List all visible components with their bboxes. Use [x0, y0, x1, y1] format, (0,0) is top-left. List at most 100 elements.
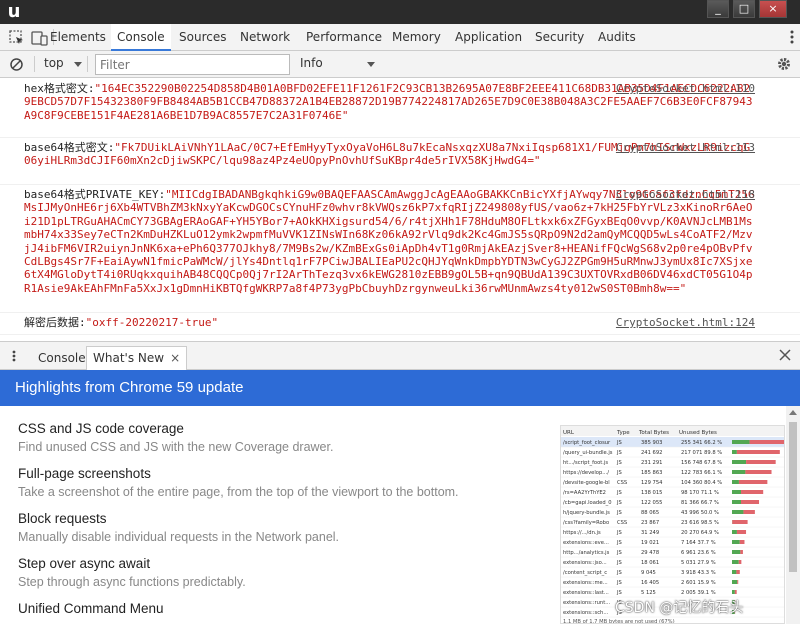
coverage-used-bar: [732, 490, 742, 494]
minimize-button[interactable]: _: [707, 0, 729, 18]
highlight-item[interactable]: Step over async await Step through async…: [18, 555, 548, 600]
context-selector[interactable]: top: [44, 56, 64, 70]
tab-application[interactable]: Application: [449, 24, 528, 50]
coverage-url: http.../analytics.js: [563, 550, 610, 556]
coverage-url: /rs=AA2YrThYE2: [563, 490, 606, 496]
source-link[interactable]: CryptoSocket.html:113: [616, 141, 755, 154]
inspect-element-icon[interactable]: [7, 28, 27, 48]
drawer-more-icon[interactable]: [8, 350, 20, 362]
message-label: 解密后数据:: [24, 316, 86, 329]
source-link[interactable]: CryptoSocket.html:110: [616, 82, 755, 95]
log-level-selector[interactable]: Info: [300, 56, 323, 70]
coverage-unused-bar: [740, 550, 743, 554]
chevron-down-icon: [74, 62, 82, 67]
filter-input[interactable]: [95, 54, 290, 75]
coverage-type: JS: [616, 560, 622, 566]
close-icon[interactable]: ×: [170, 347, 180, 369]
scrollbar[interactable]: [786, 406, 800, 624]
coverage-unused-bar: [743, 510, 755, 514]
coverage-unused-bar: [746, 460, 776, 464]
app-logo: u: [7, 1, 21, 22]
highlight-title: Block requests: [18, 511, 107, 526]
coverage-total: 231 291: [641, 460, 662, 466]
drawer-tab-whats-new[interactable]: What's New ×: [86, 346, 188, 370]
coverage-used-bar: [732, 580, 738, 584]
coverage-type: JS: [616, 590, 622, 596]
coverage-used-bar: [732, 540, 740, 544]
toolbar-divider: [87, 56, 88, 72]
maximize-button[interactable]: □: [733, 0, 755, 18]
drawer-tabbar: Console What's New ×: [0, 341, 800, 370]
highlight-item[interactable]: Block requests Manually disable individu…: [18, 510, 548, 555]
coverage-total: 29 478: [641, 550, 659, 556]
source-link[interactable]: CryptoSocket.html:118: [616, 188, 755, 201]
drawer-tab-console[interactable]: Console: [32, 347, 92, 369]
tab-console[interactable]: Console: [111, 24, 171, 51]
coverage-unused-bar: [745, 470, 772, 474]
coverage-url: /cb=gapi.loaded_0: [563, 500, 612, 506]
coverage-unused-bar: [741, 490, 764, 494]
console-message: CryptoSocket.html:118 base64格式PRIVATE_KE…: [0, 185, 800, 313]
coverage-unused-bar: [734, 590, 737, 594]
coverage-used-bar: [732, 530, 737, 534]
coverage-used-bar: [732, 440, 750, 444]
coverage-url: extensions::runt...: [563, 600, 611, 606]
coverage-used-bar: [732, 450, 737, 454]
highlight-item[interactable]: Unified Command Menu: [18, 600, 548, 624]
coverage-unused: 156 748 67.8 %: [681, 460, 722, 466]
tab-performance[interactable]: Performance: [300, 24, 388, 50]
tab-elements[interactable]: Elements: [44, 24, 112, 50]
coverage-header: Unused Bytes: [679, 430, 717, 436]
coverage-used-bar: [732, 590, 735, 594]
coverage-url: https://develop.../: [563, 470, 609, 476]
message-value: "oxff-20220217-true": [85, 316, 219, 329]
coverage-type: JS: [616, 460, 622, 466]
coverage-url: /query_ui-bundle.js: [563, 450, 613, 456]
highlight-title: Unified Command Menu: [18, 601, 164, 616]
coverage-total: 185 863: [641, 470, 662, 476]
scroll-thumb[interactable]: [789, 422, 797, 572]
coverage-used-bar: [732, 550, 741, 554]
scroll-up-arrow-icon[interactable]: [789, 410, 797, 415]
coverage-url: /content_script_c: [563, 570, 607, 576]
coverage-total: 9 045: [641, 570, 656, 576]
tab-audits[interactable]: Audits: [592, 24, 642, 50]
coverage-unused: 43 996 50.0 %: [681, 510, 719, 516]
window-titlebar: u _ □ ×: [0, 0, 800, 24]
coverage-unused: 255 341 66.2 %: [681, 440, 722, 446]
coverage-url: ht.../script_foot.js: [563, 460, 608, 466]
more-options-icon[interactable]: [790, 30, 794, 44]
close-drawer-icon[interactable]: [779, 349, 791, 361]
coverage-unused-bar: [738, 480, 768, 484]
coverage-total: 88 065: [641, 510, 659, 516]
tab-network[interactable]: Network: [234, 24, 296, 50]
coverage-used-bar: [732, 510, 744, 514]
source-link[interactable]: CryptoSocket.html:124: [616, 316, 755, 329]
coverage-type: JS: [616, 500, 622, 506]
coverage-header: Type: [616, 430, 630, 436]
coverage-url: extensions::sch...: [563, 610, 609, 616]
coverage-url: https://.../dn.js: [563, 530, 601, 536]
coverage-type: CSS: [617, 520, 627, 526]
coverage-used-bar: [732, 480, 739, 484]
coverage-unused: 81 366 66.7 %: [681, 500, 719, 506]
tab-security[interactable]: Security: [529, 24, 590, 50]
coverage-unused-bar: [736, 450, 780, 454]
coverage-type: JS: [616, 530, 622, 536]
coverage-url: extensions::last...: [563, 590, 609, 596]
tab-memory[interactable]: Memory: [386, 24, 447, 50]
clear-console-icon[interactable]: [9, 57, 24, 72]
highlight-description: Step through async functions predictably…: [18, 575, 246, 589]
highlight-item[interactable]: CSS and JS code coverage Find unused CSS…: [18, 420, 548, 465]
coverage-used-bar: [732, 470, 746, 474]
tab-sources[interactable]: Sources: [173, 24, 232, 50]
devtools-tabbar: Elements Console Sources Network Perform…: [0, 24, 800, 51]
highlight-item[interactable]: Full-page screenshots Take a screenshot …: [18, 465, 548, 510]
coverage-footer: 1.1 MB of 1.7 MB bytes are not used (67%…: [563, 619, 675, 624]
console-message: CryptoSocket.html:110 hex格式密文:"164EC3522…: [0, 79, 800, 138]
gear-icon[interactable]: [776, 56, 792, 72]
chevron-down-icon: [367, 62, 375, 67]
close-button[interactable]: ×: [759, 0, 787, 18]
coverage-unused-bar: [736, 530, 747, 534]
coverage-url: h/jquery-bundle.js: [563, 510, 610, 516]
